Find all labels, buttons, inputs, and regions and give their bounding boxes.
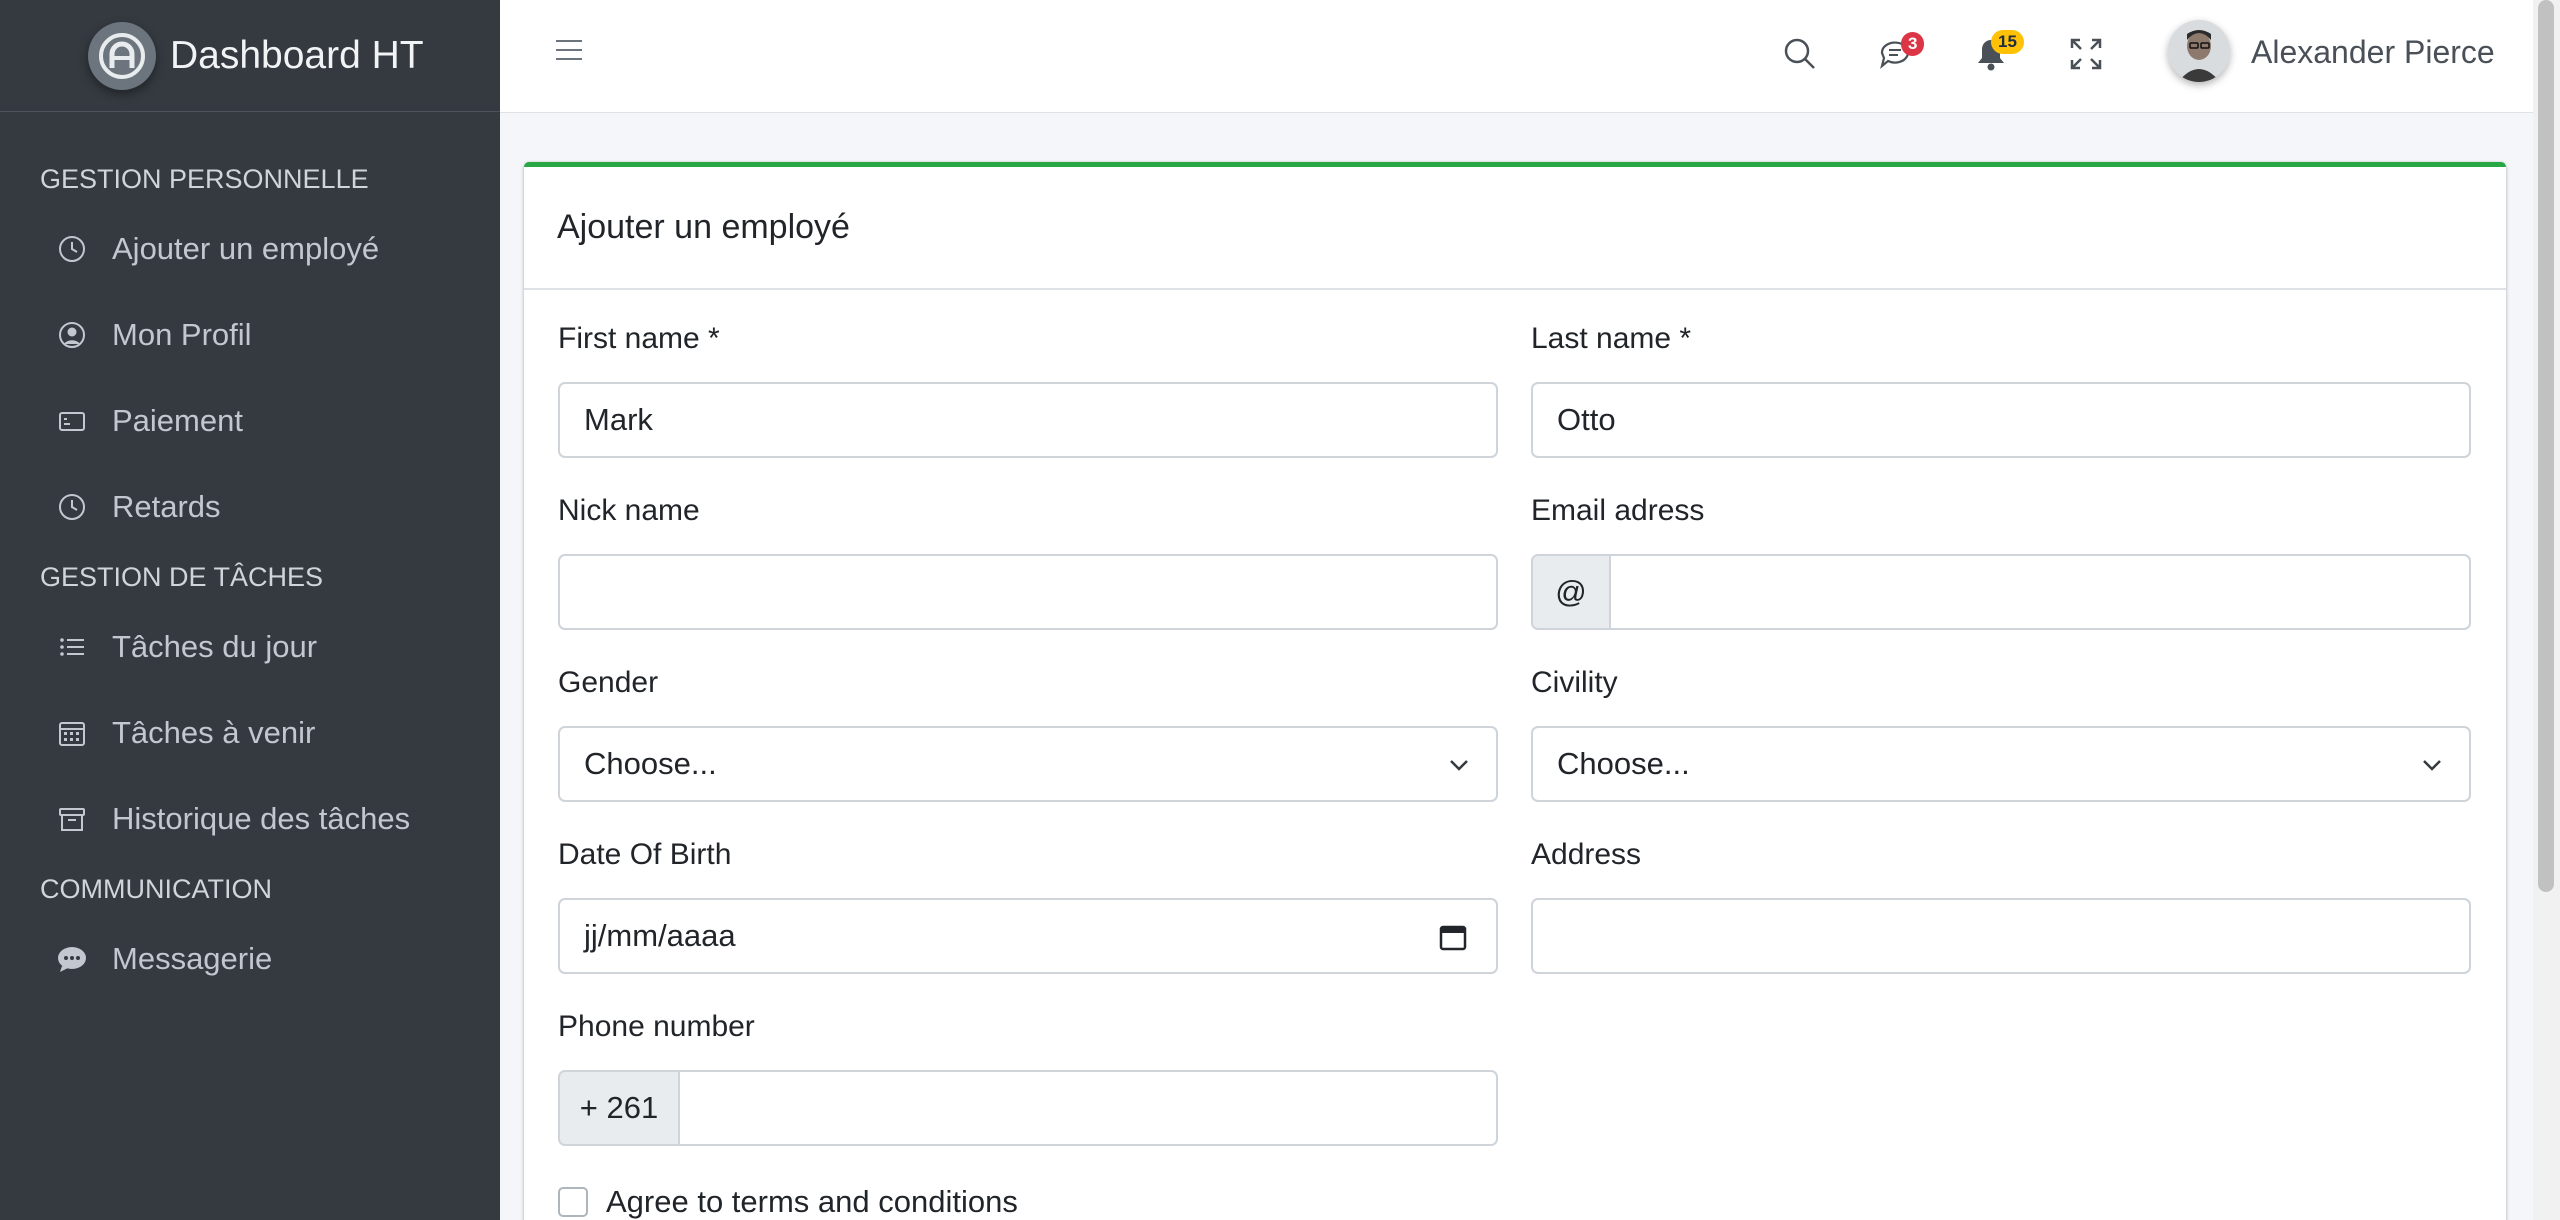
email-group: Email adress [1531, 494, 1704, 540]
email-label: Email adress [1531, 494, 1705, 527]
sidebar-item-label: Tâches à venir [112, 715, 316, 750]
dob-label: Date Of Birth [558, 838, 732, 871]
sidebar-item-label: Mon Profil [112, 317, 252, 352]
agree-terms-label[interactable]: Agree to terms and conditions [606, 1184, 1018, 1220]
card-icon [56, 405, 88, 437]
sidebar-item-retards[interactable]: Retards [0, 464, 500, 550]
chevron-down-icon [2423, 760, 2441, 771]
civility-label: Civility [1531, 666, 1618, 699]
sidebar-item-taches-du-jour[interactable]: Tâches du jour [0, 604, 500, 690]
nav-header-personnel: GESTION PERSONNELLE [40, 164, 369, 194]
phone-label: Phone number [558, 1010, 755, 1043]
nick-name-input[interactable] [558, 554, 1498, 630]
address-group: Address [1531, 838, 1641, 884]
nav-header-taches: GESTION DE TÂCHES [40, 562, 324, 592]
civility-select[interactable]: Choose... [1531, 726, 2471, 802]
user-name[interactable]: Alexander Pierce [2251, 34, 2495, 71]
sidebar: Dashboard HT GESTION PERSONNELLE Ajouter… [0, 0, 500, 1220]
first-name-input[interactable]: Mark [558, 382, 1498, 458]
notifications-count-badge: 15 [1991, 30, 2024, 54]
notifications-bell-icon[interactable]: 15 [1973, 30, 2024, 72]
brand-link[interactable]: Dashboard HT [0, 0, 500, 112]
sidebar-item-paiement[interactable]: Paiement [0, 378, 500, 464]
scrollbar-thumb[interactable] [2538, 0, 2554, 892]
last-name-input[interactable]: Otto [1531, 382, 2471, 458]
sidebar-item-mon-profil[interactable]: Mon Profil [0, 292, 500, 378]
chevron-down-icon [1450, 760, 1468, 771]
sidebar-item-label: Retards [112, 489, 221, 524]
address-input[interactable] [1531, 898, 2471, 974]
sidebar-item-label: Historique des tâches [112, 801, 411, 836]
user-circle-icon [56, 319, 88, 351]
civility-selected-value: Choose... [1557, 746, 1690, 781]
card-title: Ajouter un employé [557, 208, 850, 246]
calendar-icon[interactable] [1438, 922, 1468, 952]
sidebar-item-taches-a-venir[interactable]: Tâches à venir [0, 690, 500, 776]
gender-group: Gender [558, 666, 658, 712]
address-label: Address [1531, 838, 1642, 871]
phone-group: Phone number [558, 1010, 755, 1056]
agree-terms-group: Agree to terms and conditions [558, 1184, 1018, 1220]
sidebar-item-label: Tâches du jour [112, 629, 318, 664]
phone-input[interactable] [678, 1070, 1498, 1146]
sidebar-item-label: Paiement [112, 403, 243, 438]
gender-selected-value: Choose... [584, 746, 717, 781]
last-name-label: Last name * [1531, 322, 1692, 355]
top-navbar: 3 15 Alexander Pierce [500, 0, 2533, 113]
sidebar-item-label: Ajouter un employé [112, 231, 380, 266]
sidebar-item-messagerie[interactable]: Messagerie [0, 916, 500, 1002]
user-avatar[interactable] [2168, 20, 2230, 82]
nick-name-group: Nick name [558, 494, 700, 540]
archive-icon [56, 803, 88, 835]
list-icon [56, 631, 88, 663]
brand-logo-icon [88, 21, 156, 90]
messages-count-badge: 3 [1901, 32, 1925, 56]
nick-name-label: Nick name [558, 494, 700, 527]
gender-select[interactable]: Choose... [558, 726, 1498, 802]
dob-placeholder: jj/mm/aaaa [584, 918, 736, 953]
first-name-label: First name * [558, 322, 720, 355]
agree-terms-checkbox[interactable] [558, 1187, 588, 1217]
gender-label: Gender [558, 666, 659, 699]
fullscreen-icon[interactable] [2068, 36, 2104, 72]
clock-icon [56, 491, 88, 523]
calendar-icon [56, 717, 88, 749]
civility-group: Civility [1531, 666, 1618, 712]
email-prefix-at: @ [1531, 554, 1611, 630]
nav-header-communication: COMMUNICATION [40, 874, 272, 904]
sidebar-item-label: Messagerie [112, 941, 273, 976]
clock-icon [56, 233, 88, 265]
brand-name: Dashboard HT [170, 33, 424, 77]
search-icon[interactable] [1782, 36, 1818, 72]
dob-group: Date Of Birth [558, 838, 731, 884]
add-employee-card: Ajouter un employé [524, 162, 2506, 1220]
messages-icon[interactable]: 3 [1877, 32, 1925, 72]
first-name-group: First name * [558, 322, 720, 368]
card-header: Ajouter un employé [524, 167, 2506, 290]
sidebar-item-historique[interactable]: Historique des tâches [0, 776, 500, 862]
email-input[interactable] [1609, 554, 2471, 630]
last-name-group: Last name * [1531, 322, 1691, 368]
dob-input[interactable]: jj/mm/aaaa [558, 898, 1498, 974]
chat-icon [56, 943, 88, 975]
menu-toggle-icon[interactable] [556, 40, 582, 66]
phone-prefix: + 261 [558, 1070, 680, 1146]
sidebar-item-ajouter-employe[interactable]: Ajouter un employé [0, 206, 500, 292]
